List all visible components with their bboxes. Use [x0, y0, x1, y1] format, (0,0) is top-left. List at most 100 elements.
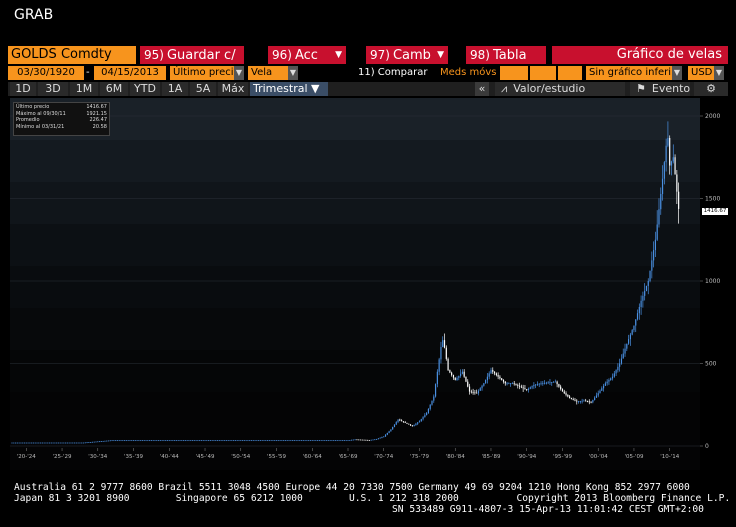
period-1a[interactable]: 1A	[162, 82, 188, 96]
candle-body	[123, 440, 126, 442]
candle-body	[615, 370, 617, 374]
candle-body	[149, 440, 151, 442]
candle-body	[302, 440, 304, 442]
candle-body	[384, 434, 387, 437]
candle-body	[493, 371, 496, 374]
candle-body	[558, 384, 560, 387]
event-button[interactable]: ⚑ Evento	[630, 82, 690, 96]
start-date-input[interactable]: 03/30/1920	[8, 66, 84, 80]
candle-body	[631, 330, 633, 335]
chart-type-label[interactable]: Gráfico de velas	[552, 46, 728, 64]
candle-body	[220, 440, 222, 442]
table-button[interactable]: 98) Tabla	[466, 46, 546, 64]
chart-band	[10, 308, 700, 350]
x-tick-label: '35-'39	[124, 454, 144, 460]
chart-band	[10, 98, 700, 140]
candle-body	[481, 385, 483, 389]
candle-body	[452, 375, 455, 378]
period-1m[interactable]: 1M	[70, 82, 98, 96]
period-3d[interactable]: 3D	[38, 82, 68, 96]
period-6m[interactable]: 6M	[100, 82, 128, 96]
candle-body	[61, 442, 63, 444]
chart-band	[10, 224, 700, 266]
style-select[interactable]: Vela	[248, 66, 288, 80]
candle-body	[386, 432, 388, 435]
candle-body	[29, 442, 31, 444]
ticker-field[interactable]: GOLDS Comdty	[8, 46, 136, 64]
candle-body	[599, 390, 601, 394]
candle-body	[75, 442, 77, 444]
actions-button[interactable]: 96) Acc ▼	[268, 46, 346, 64]
candle-body	[199, 440, 201, 442]
candle-body	[422, 417, 424, 420]
currency-select[interactable]: USD	[688, 66, 714, 80]
candle-body	[653, 250, 655, 261]
moving-average-input-2[interactable]	[530, 66, 556, 80]
candle-body	[32, 442, 35, 444]
change-button-label: Camb	[392, 48, 431, 63]
candle-body	[658, 209, 660, 225]
candle-body	[576, 400, 578, 402]
analysis-button[interactable]: ⩘ Valor/estudio	[495, 82, 625, 96]
candle-body	[542, 383, 544, 384]
period-ytd[interactable]: YTD	[130, 82, 160, 96]
chevron-down-icon[interactable]: ▼	[234, 66, 244, 80]
moving-average-input-3[interactable]	[558, 66, 582, 80]
compare-button[interactable]: 11) Comparar	[358, 66, 427, 80]
candle-body	[261, 440, 263, 442]
period-5a[interactable]: 5A	[190, 82, 216, 96]
candle-body	[18, 442, 20, 444]
footer-contacts-line2: Japan 81 3 3201 8900 Singapore 65 6212 1…	[14, 493, 731, 504]
period-max[interactable]: Máx	[218, 82, 248, 96]
x-tick-label: '90-'94	[517, 454, 537, 460]
candle-body	[14, 442, 17, 444]
candle-body	[66, 442, 69, 444]
change-button[interactable]: 97) Camb ▼	[366, 46, 448, 64]
candle-body	[138, 440, 140, 442]
candle-body	[216, 440, 219, 442]
x-tick-label: '00-'04	[589, 454, 609, 460]
candle-body	[556, 381, 558, 385]
collapse-button[interactable]: «	[475, 82, 489, 96]
lower-chart-select[interactable]: Sin gráfico inferi	[586, 66, 672, 80]
moving-average-input-1[interactable]	[500, 66, 528, 80]
legend-label: Mínimo al 03/31/21	[16, 123, 65, 130]
moving-averages-label: Meds móvs	[440, 67, 497, 78]
candle-body	[34, 442, 36, 444]
candle-body	[565, 393, 567, 395]
candle-body	[624, 348, 626, 354]
candle-body	[38, 442, 40, 444]
chevron-down-icon[interactable]: ▼	[714, 66, 724, 80]
candle-body	[63, 442, 65, 444]
end-date-input[interactable]: 04/15/2013	[94, 66, 166, 80]
candle-body	[629, 334, 631, 340]
analysis-label: Valor/estudio	[513, 82, 586, 95]
candle-body	[368, 439, 371, 441]
candle-body	[102, 440, 104, 442]
candle-body	[191, 440, 194, 442]
candle-body	[152, 440, 154, 442]
chevron-down-icon[interactable]: ▼	[288, 66, 298, 80]
period-1d[interactable]: 1D	[10, 82, 36, 96]
candle-body	[250, 440, 253, 442]
candle-body	[90, 441, 92, 443]
table-button-label: Tabla	[492, 48, 527, 63]
candle-body	[610, 378, 612, 380]
period-frequency-select[interactable]: Trimestral ▼	[250, 82, 328, 96]
candle-body	[540, 383, 542, 385]
chevron-down-icon[interactable]: ▼	[672, 66, 682, 80]
candle-body	[193, 440, 195, 442]
x-tick-label: '65-'69	[338, 454, 358, 460]
candle-body	[129, 440, 131, 442]
price-field-select[interactable]: Último preci	[170, 66, 234, 80]
gear-icon[interactable]: ⚙	[694, 82, 728, 96]
save-button[interactable]: 95) Guardar c/	[140, 46, 244, 64]
candle-body	[536, 384, 539, 385]
candle-body	[116, 440, 119, 442]
candle-body	[309, 440, 312, 442]
candle-body	[511, 383, 514, 385]
candle-body	[431, 400, 433, 405]
candle-body	[336, 440, 338, 442]
price-chart[interactable]: '20-'24 '25-'29 '30-'34 '35-'39 '40-'44 '45-'…	[10, 98, 700, 470]
candle-body	[48, 442, 51, 444]
